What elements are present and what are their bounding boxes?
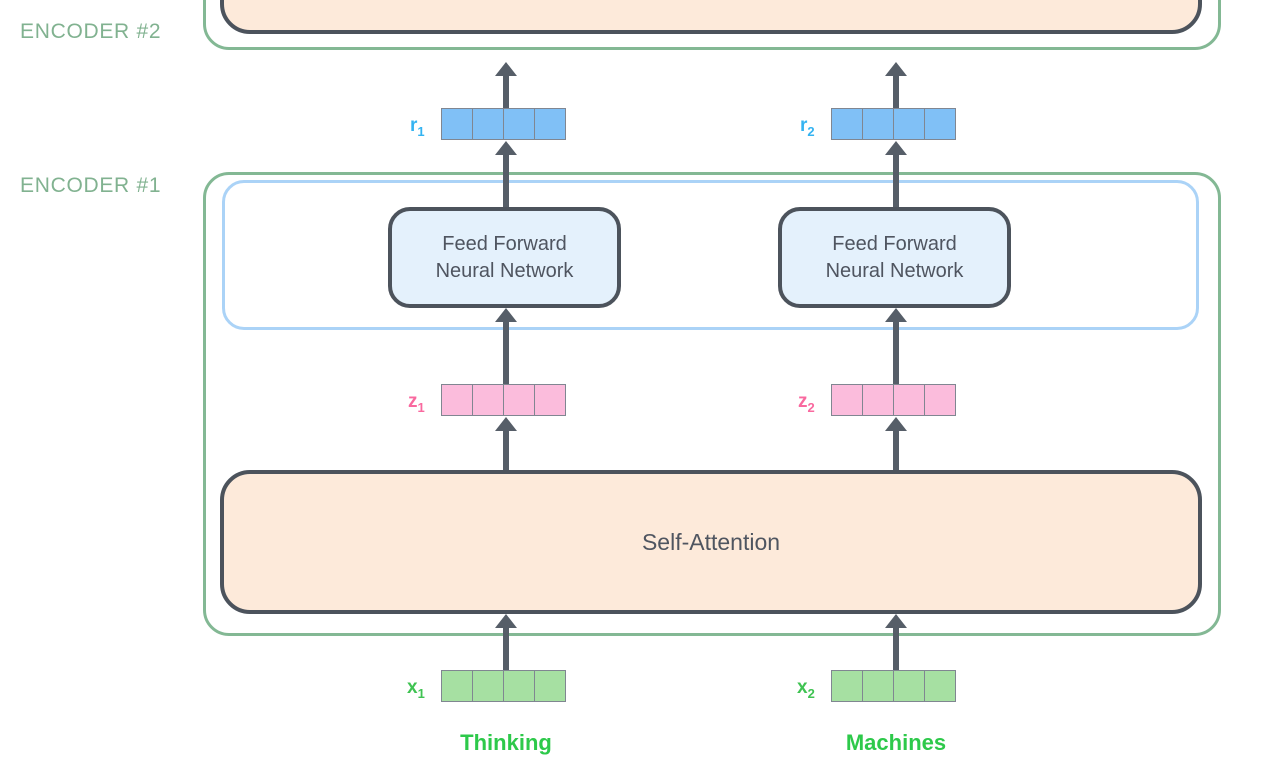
- vector-cell: [441, 670, 473, 702]
- vector-cell: [862, 108, 894, 140]
- vector-cell: [924, 108, 956, 140]
- vector-cell: [893, 670, 925, 702]
- vector-cell: [472, 670, 504, 702]
- encoder-1-label: ENCODER #1: [20, 174, 162, 197]
- vector-cell: [831, 108, 863, 140]
- vector-cell: [893, 108, 925, 140]
- vector-label-x2: x2: [797, 677, 815, 701]
- vector-label-x1: x1: [407, 677, 425, 701]
- encoder-2-label: ENCODER #2: [20, 20, 162, 43]
- arrow-shaft: [503, 74, 509, 108]
- arrow-shaft: [503, 153, 509, 207]
- vector-cell: [441, 384, 473, 416]
- arrow-r2-to-encoder2: [885, 62, 907, 108]
- vector-cell: [503, 670, 535, 702]
- vector-x1: [441, 670, 566, 702]
- vector-cell: [924, 384, 956, 416]
- encoder-2-self-attention-box: Self-Attention: [220, 0, 1202, 34]
- feed-forward-label-line2: Neural Network: [435, 259, 574, 282]
- arrow-self-attention-to-z1: [495, 417, 517, 470]
- vector-cell: [441, 108, 473, 140]
- vector-cell: [893, 384, 925, 416]
- arrow-shaft: [893, 429, 899, 470]
- vector-cell: [503, 108, 535, 140]
- vector-label-r2: r2: [800, 115, 815, 139]
- vector-cell: [534, 670, 566, 702]
- vector-r2: [831, 108, 956, 140]
- vector-cell: [534, 384, 566, 416]
- vector-cell: [862, 670, 894, 702]
- arrow-shaft: [893, 153, 899, 207]
- encoder-1-self-attention-box: Self-Attention: [220, 470, 1202, 614]
- arrow-shaft: [893, 74, 899, 108]
- arrow-r1-to-encoder2: [495, 62, 517, 108]
- arrow-shaft: [503, 429, 509, 470]
- arrow-x2-to-self-attention: [885, 614, 907, 670]
- vector-label-z1: z1: [408, 391, 425, 415]
- encoder-1-self-attention-label: Self-Attention: [641, 528, 781, 555]
- arrow-z2-to-feed-forward: [885, 308, 907, 384]
- vector-cell: [924, 670, 956, 702]
- feed-forward-label-line1: Feed Forward: [442, 233, 567, 256]
- arrow-z1-to-feed-forward: [495, 308, 517, 384]
- arrow-feed-forward-to-r1: [495, 141, 517, 207]
- arrow-shaft: [893, 320, 899, 384]
- vector-x2: [831, 670, 956, 702]
- vector-cell: [831, 384, 863, 416]
- arrow-shaft: [503, 320, 509, 384]
- vector-z2: [831, 384, 956, 416]
- vector-cell: [831, 670, 863, 702]
- diagram-canvas: Self-Attention ENCODER #2 r1 r2 ENCODER …: [0, 0, 1268, 771]
- vector-cell: [472, 384, 504, 416]
- arrow-x1-to-self-attention: [495, 614, 517, 670]
- feed-forward-label-line1: Feed Forward: [832, 233, 957, 256]
- feed-forward-box-left: Feed Forward Neural Network: [388, 207, 621, 308]
- vector-label-z2: z2: [798, 391, 815, 415]
- vector-cell: [862, 384, 894, 416]
- feed-forward-sublayer-container: [222, 180, 1199, 330]
- vector-cell: [503, 384, 535, 416]
- vector-r1: [441, 108, 566, 140]
- feed-forward-box-right: Feed Forward Neural Network: [778, 207, 1011, 308]
- vector-label-r1: r1: [410, 115, 425, 139]
- arrow-shaft: [893, 626, 899, 670]
- arrow-feed-forward-to-r2: [885, 141, 907, 207]
- input-word-2: Machines: [845, 730, 947, 755]
- vector-cell: [534, 108, 566, 140]
- feed-forward-label-line2: Neural Network: [825, 259, 964, 282]
- arrow-self-attention-to-z2: [885, 417, 907, 470]
- vector-cell: [472, 108, 504, 140]
- input-word-1: Thinking: [460, 730, 552, 755]
- arrow-shaft: [503, 626, 509, 670]
- vector-z1: [441, 384, 566, 416]
